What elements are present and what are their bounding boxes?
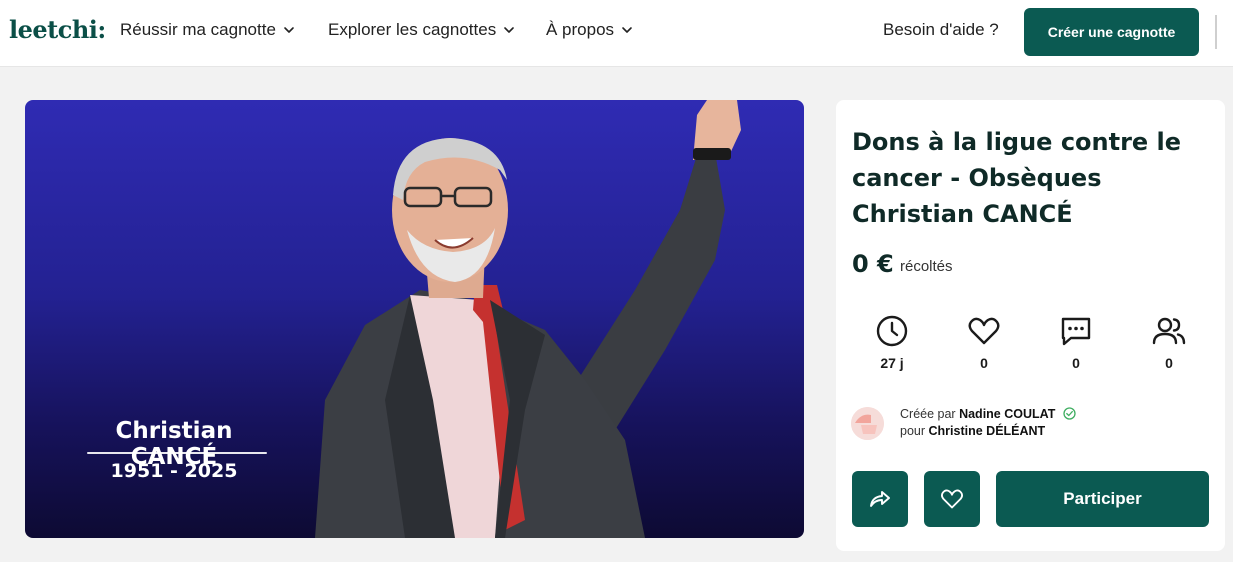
share-arrow-icon — [870, 491, 890, 507]
chevron-down-icon — [504, 27, 515, 33]
stat-likes[interactable]: 0 — [949, 314, 1019, 371]
beneficiary-prefix: pour — [900, 424, 926, 438]
participants-icon — [1152, 317, 1186, 345]
participate-button[interactable]: Participer — [996, 471, 1209, 527]
stat-days-remaining: 27 j — [857, 314, 927, 371]
stat-value: 0 — [980, 355, 988, 371]
stat-value: 0 — [1072, 355, 1080, 371]
create-cagnotte-button[interactable]: Créer une cagnotte — [1024, 8, 1199, 56]
share-button[interactable] — [852, 471, 908, 527]
leetchi-logo[interactable]: leetchi: — [9, 15, 106, 44]
amount-label: récoltés — [900, 258, 953, 275]
memorial-divider — [87, 452, 267, 454]
chevron-down-icon — [622, 27, 632, 33]
nav-label: Réussir ma cagnotte — [120, 20, 276, 39]
clock-icon — [876, 315, 908, 347]
stat-participants[interactable]: 0 — [1134, 314, 1204, 371]
creator-info: Créée par Nadine COULAT pour Christine D… — [900, 406, 1220, 440]
nav-label: À propos — [546, 20, 615, 39]
like-button[interactable] — [924, 471, 980, 527]
header-divider — [1215, 15, 1217, 49]
creator-prefix: Créée par — [900, 407, 956, 421]
memorial-years: 1951 - 2025 — [110, 460, 238, 482]
comment-icon — [1061, 317, 1091, 346]
stat-value: 27 j — [880, 355, 904, 371]
nav-a-propos[interactable]: À propos — [546, 20, 633, 40]
stat-comments[interactable]: 0 — [1041, 314, 1111, 371]
creator-name[interactable]: Nadine COULAT — [959, 407, 1055, 421]
cagnotte-cover-image: Christian CANCÉ 1951 - 2025 — [25, 100, 804, 538]
help-link[interactable]: Besoin d'aide ? — [883, 20, 999, 40]
stat-value: 0 — [1165, 355, 1173, 371]
nav-label: Explorer les cagnottes — [328, 20, 497, 39]
avatar-image — [851, 407, 884, 440]
cagnotte-summary-card: Dons à la ligue contre le cancer - Obsèq… — [836, 100, 1225, 551]
cagnotte-title: Dons à la ligue contre le cancer - Obsèq… — [852, 128, 1182, 228]
verified-check-icon — [1063, 407, 1076, 420]
heart-icon — [941, 489, 963, 509]
chevron-down-icon — [284, 27, 294, 33]
nav-reussir-ma-cagnotte[interactable]: Réussir ma cagnotte — [120, 20, 295, 40]
amount-collected: 0 € — [852, 250, 894, 278]
avatar[interactable] — [851, 407, 884, 440]
heart-icon — [968, 317, 1000, 345]
site-header: leetchi: Réussir ma cagnotte Explorer le… — [0, 0, 1233, 67]
nav-explorer-les-cagnottes[interactable]: Explorer les cagnottes — [328, 20, 515, 40]
beneficiary-name: Christine DÉLÉANT — [928, 424, 1046, 438]
